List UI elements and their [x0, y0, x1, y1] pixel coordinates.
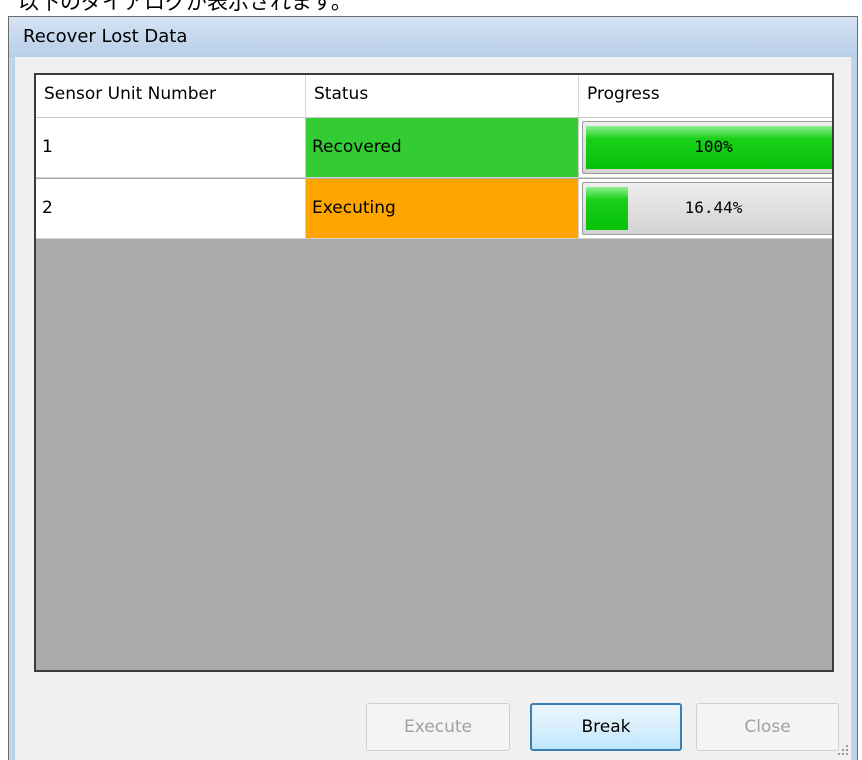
table-row[interactable]: 2 Executing 16.44%: [36, 179, 832, 239]
progress-label: 100%: [694, 137, 733, 156]
grid-header-row: Sensor Unit Number Status Progress: [36, 75, 832, 118]
caption-text: 以下のダイアログが表示されます。: [18, 0, 352, 14]
recover-lost-data-dialog: Recover Lost Data Sensor Unit Number Sta…: [8, 16, 858, 760]
recovery-grid: Sensor Unit Number Status Progress 1 Rec…: [34, 73, 834, 672]
status-cell[interactable]: Executing: [306, 179, 579, 239]
dialog-titlebar[interactable]: Recover Lost Data: [9, 17, 857, 57]
status-cell[interactable]: Recovered: [306, 118, 579, 178]
column-header-sensor-unit-number[interactable]: Sensor Unit Number: [36, 75, 306, 117]
progress-cell[interactable]: 16.44%: [579, 179, 832, 239]
window-frame-left: [9, 57, 15, 760]
progress-label: 16.44%: [684, 198, 743, 217]
column-header-progress[interactable]: Progress: [579, 75, 832, 117]
execute-button[interactable]: Execute: [366, 703, 510, 751]
sensor-unit-number-cell[interactable]: 2: [36, 179, 306, 239]
window-frame-right: [851, 57, 857, 760]
break-button[interactable]: Break: [530, 703, 682, 751]
column-header-status[interactable]: Status: [306, 75, 579, 117]
sensor-unit-number-cell[interactable]: 1: [36, 118, 306, 178]
resize-grip-icon[interactable]: [837, 744, 849, 756]
progress-cell[interactable]: 100%: [579, 118, 832, 178]
dialog-title: Recover Lost Data: [23, 26, 188, 47]
page: 以下のダイアログが表示されます。 Recover Lost Data Senso…: [0, 0, 862, 760]
progress-bar: 100%: [582, 121, 832, 174]
progress-bar: 16.44%: [582, 182, 832, 235]
close-button[interactable]: Close: [696, 703, 839, 751]
table-row[interactable]: 1 Recovered 100%: [36, 118, 832, 178]
